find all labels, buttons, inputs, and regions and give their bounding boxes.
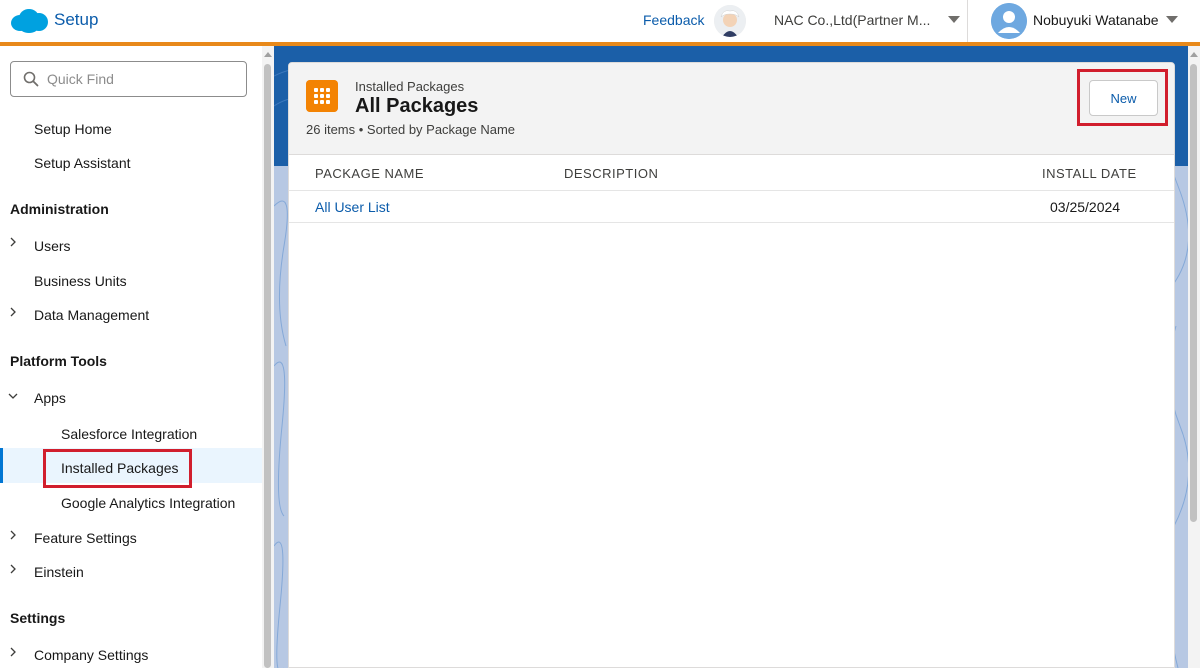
sidebar-item-data-management[interactable]: Data Management: [34, 307, 149, 323]
column-header-install-date[interactable]: INSTALL DATE: [1042, 166, 1137, 181]
setup-sidebar: Setup Home Setup Assistant Administratio…: [0, 46, 262, 668]
chevron-down-icon[interactable]: [8, 391, 18, 401]
user-avatar-icon[interactable]: [991, 3, 1027, 39]
einstein-avatar-icon[interactable]: [714, 5, 746, 37]
sidebar-item-feature-settings[interactable]: Feature Settings: [34, 530, 137, 546]
search-icon: [23, 71, 39, 87]
sidebar-item-setup-home[interactable]: Setup Home: [34, 121, 112, 137]
chevron-right-icon[interactable]: [8, 647, 18, 657]
app-grid-icon: [306, 80, 338, 112]
column-header-description[interactable]: DESCRIPTION: [564, 166, 658, 181]
user-menu[interactable]: Nobuyuki Watanabe: [1033, 12, 1159, 28]
sidebar-item-installed-packages[interactable]: Installed Packages: [61, 460, 179, 476]
page-header: Installed Packages All Packages 26 items…: [289, 63, 1174, 155]
scroll-up-icon[interactable]: [1190, 52, 1198, 57]
scrollbar-thumb[interactable]: [264, 64, 271, 668]
section-settings: Settings: [10, 610, 66, 626]
chevron-right-icon[interactable]: [8, 530, 18, 540]
table-divider: [289, 190, 1174, 191]
scrollbar-thumb[interactable]: [1190, 64, 1197, 522]
sidebar-item-salesforce-integration[interactable]: Salesforce Integration: [61, 426, 197, 442]
column-header-package-name[interactable]: PACKAGE NAME: [315, 166, 424, 181]
sidebar-item-users[interactable]: Users: [34, 238, 71, 254]
quick-find-box[interactable]: [10, 61, 247, 97]
install-date-cell: 03/25/2024: [1050, 199, 1121, 215]
sidebar-item-company-settings[interactable]: Company Settings: [34, 647, 148, 663]
chevron-right-icon[interactable]: [8, 564, 18, 574]
app-name[interactable]: Setup: [54, 10, 98, 30]
sidebar-item-business-units[interactable]: Business Units: [34, 273, 127, 289]
chevron-right-icon[interactable]: [8, 237, 18, 247]
sidebar-item-google-analytics-integration[interactable]: Google Analytics Integration: [61, 495, 235, 511]
sidebar-item-einstein[interactable]: Einstein: [34, 564, 84, 580]
chevron-down-icon[interactable]: [948, 16, 960, 23]
section-administration: Administration: [10, 201, 109, 217]
page-eyebrow: Installed Packages: [355, 79, 465, 94]
scroll-up-icon[interactable]: [264, 52, 272, 57]
global-header: Setup Feedback NAC Co.,Ltd(Partner M... …: [0, 0, 1200, 42]
new-button[interactable]: New: [1089, 80, 1158, 116]
quick-find-input[interactable]: [47, 69, 237, 89]
section-platform-tools: Platform Tools: [10, 353, 107, 369]
package-name-link[interactable]: All User List: [315, 199, 390, 215]
page-title: All Packages: [355, 95, 479, 117]
org-switcher[interactable]: NAC Co.,Ltd(Partner M...: [774, 12, 930, 28]
sidebar-item-setup-assistant[interactable]: Setup Assistant: [34, 155, 131, 171]
sidebar-scrollbar[interactable]: [262, 46, 274, 668]
installed-packages-card: Installed Packages All Packages 26 items…: [288, 62, 1175, 668]
feedback-link[interactable]: Feedback: [643, 12, 704, 28]
salesforce-cloud-icon[interactable]: [10, 8, 48, 34]
chevron-down-icon[interactable]: [1166, 16, 1178, 23]
main-scrollbar[interactable]: [1188, 46, 1200, 668]
sidebar-item-apps[interactable]: Apps: [34, 390, 66, 406]
list-meta: 26 items • Sorted by Package Name: [306, 122, 516, 137]
table-divider: [289, 222, 1174, 223]
chevron-right-icon[interactable]: [8, 307, 18, 317]
header-divider: [967, 0, 968, 42]
